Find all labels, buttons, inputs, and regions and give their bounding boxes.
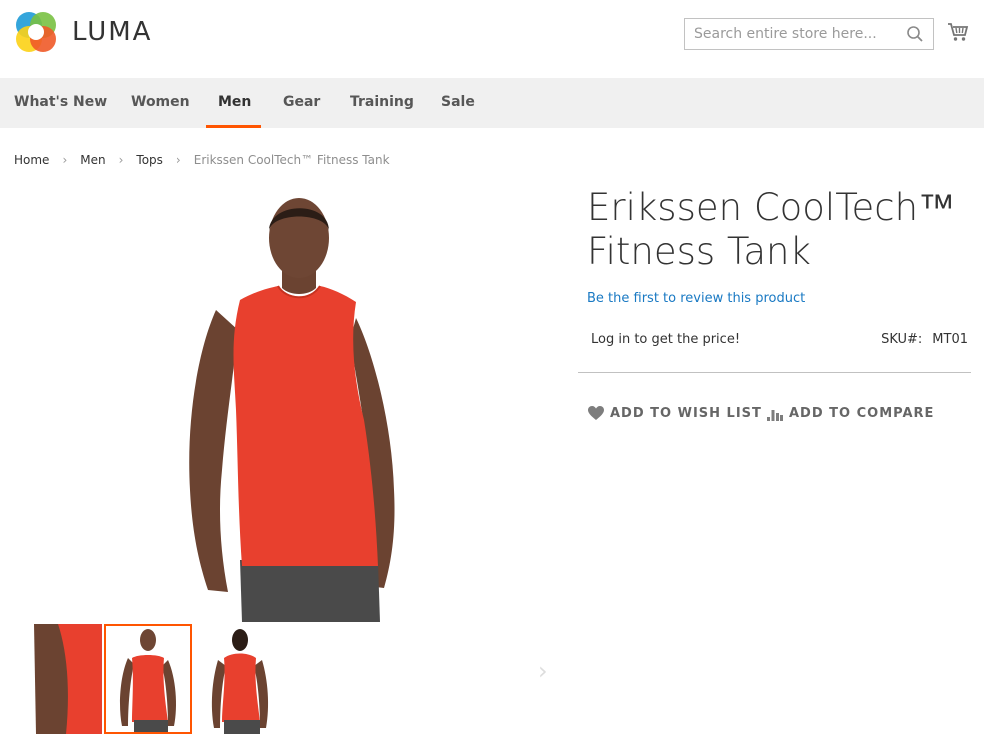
review-link[interactable]: Be the first to review this product <box>587 291 805 306</box>
price-login-message: Log in to get the price! <box>591 332 741 347</box>
nav-item-training[interactable]: Training <box>350 78 414 128</box>
cart-icon[interactable] <box>947 21 969 43</box>
chevron-right-icon: › <box>175 153 181 167</box>
add-to-wishlist-label: ADD TO WISH LIST <box>610 406 762 421</box>
logo-text: LUMA <box>72 17 153 47</box>
heart-icon <box>588 406 604 420</box>
breadcrumb-current: Erikssen CoolTech™ Fitness Tank <box>193 153 390 167</box>
thumbnail-image <box>14 624 102 734</box>
logo[interactable]: LUMA <box>14 10 164 54</box>
product-main-image[interactable] <box>178 190 418 622</box>
product-title: Erikssen CoolTech™ Fitness Tank <box>587 186 956 273</box>
search-icon[interactable] <box>906 25 924 43</box>
breadcrumb-tops[interactable]: Tops <box>136 153 163 167</box>
nav-item-women[interactable]: Women <box>131 78 190 128</box>
nav-item-sale[interactable]: Sale <box>441 78 475 128</box>
gallery-thumbnail-3[interactable] <box>196 624 284 734</box>
gallery-thumbnail-2[interactable] <box>104 624 192 734</box>
sku-value: MT01 <box>932 332 968 347</box>
bar-chart-icon <box>767 409 783 421</box>
breadcrumb-men[interactable]: Men <box>80 153 105 167</box>
sku: SKU#: MT01 <box>881 332 968 347</box>
breadcrumb: Home › Men › Tops › Erikssen CoolTech™ F… <box>14 153 390 167</box>
add-to-compare-label: ADD TO COMPARE <box>789 406 935 421</box>
search-input[interactable] <box>685 19 933 49</box>
add-to-compare-button[interactable]: ADD TO COMPARE <box>767 406 934 421</box>
thumbnail-image <box>196 624 284 734</box>
gallery-thumbnail-1[interactable] <box>14 624 102 734</box>
sku-label: SKU#: <box>881 332 923 347</box>
gallery-next-arrow-icon[interactable]: › <box>538 659 552 683</box>
luma-logo-icon <box>16 12 56 52</box>
nav-item-gear[interactable]: Gear <box>283 78 320 128</box>
active-nav-indicator <box>206 125 261 128</box>
chevron-right-icon: › <box>62 153 68 167</box>
thumbnail-image <box>106 626 190 732</box>
header: LUMA <box>0 0 984 78</box>
nav-item-whats-new[interactable]: What's New <box>14 78 107 128</box>
nav-item-men[interactable]: Men <box>218 78 251 128</box>
chevron-right-icon: › <box>118 153 124 167</box>
main-navigation: What's New Women Men Gear Training Sale <box>0 78 984 128</box>
search-box <box>684 18 934 50</box>
breadcrumb-home[interactable]: Home <box>14 153 49 167</box>
divider <box>578 372 971 373</box>
add-to-wishlist-button[interactable]: ADD TO WISH LIST <box>588 406 762 421</box>
